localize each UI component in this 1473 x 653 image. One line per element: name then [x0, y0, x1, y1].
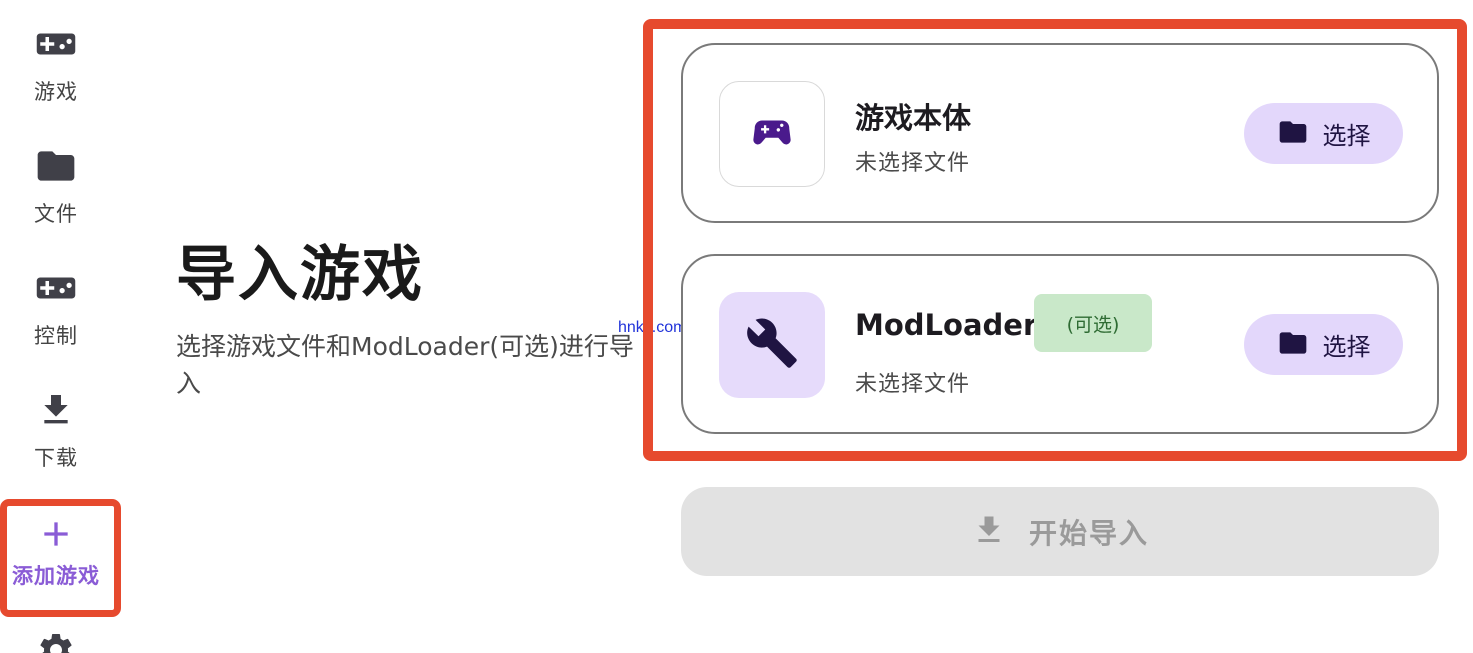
sidebar-item-settings[interactable]: [0, 628, 112, 653]
card-file-status: 未选择文件: [855, 151, 971, 176]
select-modloader-button[interactable]: 选择: [1244, 314, 1403, 375]
optional-badge: (可选): [1034, 294, 1152, 352]
select-button-label: 选择: [1322, 122, 1371, 150]
download-icon: [34, 388, 78, 432]
gamepad-icon: [34, 266, 78, 310]
sidebar-nav: 游戏 文件 控制 下载 添加游戏: [0, 0, 121, 653]
start-import-button[interactable]: 开始导入: [681, 487, 1439, 576]
start-import-label: 开始导入: [1028, 516, 1149, 550]
select-button-label: 选择: [1322, 333, 1371, 361]
folder-icon: [1277, 116, 1309, 152]
folder-icon: [1277, 327, 1309, 363]
wrench-icon: [745, 316, 799, 374]
sidebar-item-controls[interactable]: 控制: [0, 266, 112, 350]
modloader-card-thumbnail: [719, 292, 825, 398]
card-file-status: 未选择文件: [855, 372, 971, 397]
gamepad-icon: [34, 22, 78, 66]
import-game-screen: 游戏 文件 控制 下载 添加游戏 导入游戏 选择游戏文件和ModLoader(可…: [0, 0, 1473, 653]
modloader-card: ModLoader (可选) 未选择文件 选择: [681, 254, 1439, 434]
sidebar-item-label: 游戏: [34, 80, 78, 104]
download-icon: [971, 512, 1007, 552]
select-game-file-button[interactable]: 选择: [1244, 103, 1403, 164]
sidebar-item-files[interactable]: 文件: [0, 144, 112, 228]
gamepad-icon: [749, 109, 795, 159]
gear-icon: [34, 628, 78, 653]
sidebar-item-label: 控制: [34, 324, 78, 348]
watermark: hnkjr.com: [618, 319, 687, 336]
sidebar-item-downloads[interactable]: 下载: [0, 388, 112, 472]
plus-icon: [34, 512, 78, 556]
page-title: 导入游戏: [176, 240, 424, 310]
card-title: ModLoader: [855, 308, 1038, 342]
folder-icon: [34, 144, 78, 188]
page-description: 选择游戏文件和ModLoader(可选)进行导入: [176, 332, 634, 398]
sidebar-item-label: 添加游戏: [12, 564, 100, 588]
card-title: 游戏本体: [855, 101, 972, 135]
sidebar-item-label: 下载: [34, 446, 78, 470]
sidebar-item-games[interactable]: 游戏: [0, 22, 112, 106]
sidebar-item-label: 文件: [34, 202, 78, 226]
game-file-card: 游戏本体 未选择文件 选择: [681, 43, 1439, 223]
sidebar-item-add-game[interactable]: 添加游戏: [0, 512, 112, 590]
game-card-thumbnail: [719, 81, 825, 187]
